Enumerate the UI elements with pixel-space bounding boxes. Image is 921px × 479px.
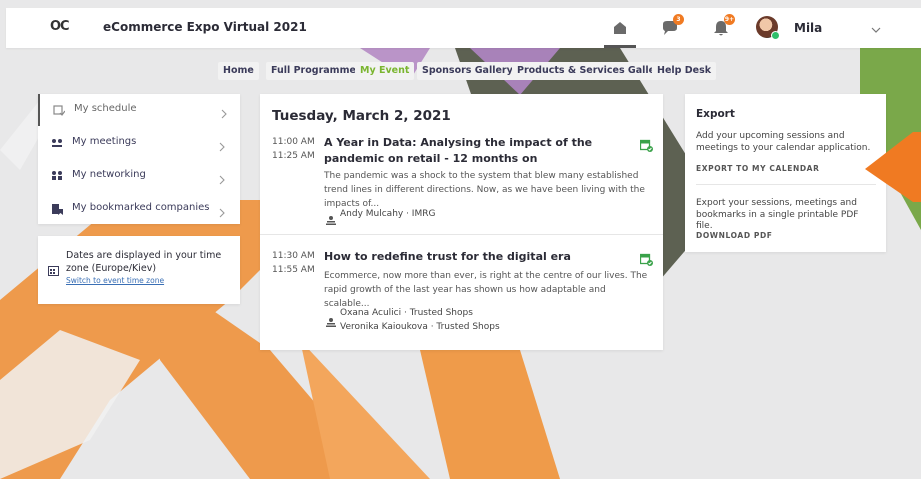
sidebar-menu: My schedule My meetings My networking My… (38, 94, 240, 224)
sidebar-item-label: My bookmarked companies (72, 202, 210, 213)
top-header: OC eCommerce Expo Virtual 2021 3 9+ Mila (6, 8, 921, 48)
bell-badge: 9+ (724, 14, 735, 25)
online-status-dot (771, 31, 780, 40)
chevron-right-icon (218, 170, 226, 185)
timezone-card: Dates are displayed in your time zone (E… (38, 236, 240, 304)
session-start-time: 11:00 AM (272, 137, 315, 147)
bell-icon[interactable]: 9+ (711, 14, 735, 38)
nav-products-services-gallery[interactable]: Products & Services Gallery (512, 62, 671, 80)
orange-arrow-icon (865, 132, 921, 202)
session-title[interactable]: A Year in Data: Analysing the impact of … (324, 135, 624, 167)
calendar-grid-icon (48, 261, 59, 276)
sidebar-item-my-schedule[interactable]: My schedule (38, 94, 240, 126)
session-description: Ecommerce, now more than ever, is right … (324, 271, 648, 309)
sidebar-item-label: My networking (72, 169, 146, 180)
bookmark-building-icon (51, 203, 63, 215)
session-divider (260, 234, 663, 235)
calendar-check-icon (53, 104, 65, 116)
session-end-time: 11:55 AM (272, 265, 315, 275)
speaker-icon (326, 210, 336, 225)
calendar-added-icon[interactable] (639, 251, 653, 266)
export-to-calendar-link[interactable]: EXPORT TO MY CALENDAR (696, 164, 819, 173)
app-logo[interactable]: OC (50, 19, 70, 35)
home-active-indicator (604, 45, 636, 48)
sidebar-item-label: My meetings (72, 136, 137, 147)
switch-timezone-link[interactable]: Switch to event time zone (66, 276, 164, 285)
sidebar-item-my-bookmarked-companies[interactable]: My bookmarked companies (38, 193, 240, 225)
download-pdf-link[interactable]: DOWNLOAD PDF (696, 231, 773, 240)
chat-icon[interactable]: 3 (660, 14, 684, 38)
session-description: The pandemic was a shock to the system t… (324, 171, 645, 209)
session-title[interactable]: How to redefine trust for the digital er… (324, 249, 624, 265)
chat-badge: 3 (673, 14, 684, 25)
people-icon (51, 170, 63, 182)
nav-home[interactable]: Home (218, 62, 259, 80)
chevron-right-icon (218, 203, 226, 218)
calendar-added-icon[interactable] (639, 137, 653, 152)
nav-full-programme[interactable]: Full Programme (266, 62, 361, 80)
chevron-down-icon[interactable] (870, 21, 882, 33)
session-speaker[interactable]: Andy Mulcahy · IMRG (340, 208, 435, 221)
home-icon[interactable] (610, 18, 630, 38)
speaker-icon (326, 312, 336, 327)
session-speaker[interactable]: Veronika Kaioukova · Trusted Shops (340, 321, 500, 334)
nav-sponsors-gallery[interactable]: Sponsors Gallery (417, 62, 518, 80)
export-calendar-text: Add your upcoming sessions and meetings … (696, 131, 871, 153)
chevron-right-icon (220, 104, 228, 119)
session-start-time: 11:30 AM (272, 251, 315, 261)
avatar[interactable] (756, 16, 780, 40)
sidebar-item-my-networking[interactable]: My networking (38, 160, 240, 192)
export-divider (696, 184, 876, 185)
timezone-text: Dates are displayed in your time zone (E… (66, 250, 222, 274)
chevron-right-icon (218, 137, 226, 152)
export-card: Export Add your upcoming sessions and me… (685, 94, 886, 252)
schedule-card: Tuesday, March 2, 2021 11:00 AM 11:25 AM… (260, 94, 663, 350)
export-pdf-text: Export your sessions, meetings and bookm… (696, 198, 859, 231)
nav-help-desk[interactable]: Help Desk (652, 62, 717, 80)
session-speaker[interactable]: Oxana Aculici · Trusted Shops (340, 307, 473, 320)
sidebar-item-label: My schedule (74, 103, 137, 114)
meetings-icon (51, 137, 63, 149)
export-title: Export (696, 108, 735, 120)
sidebar-item-my-meetings[interactable]: My meetings (38, 127, 240, 159)
nav-my-event[interactable]: My Event (355, 62, 415, 80)
user-name[interactable]: Mila (794, 21, 822, 35)
session-end-time: 11:25 AM (272, 151, 315, 161)
app-title[interactable]: eCommerce Expo Virtual 2021 (103, 20, 307, 34)
schedule-day-title: Tuesday, March 2, 2021 (272, 108, 451, 124)
